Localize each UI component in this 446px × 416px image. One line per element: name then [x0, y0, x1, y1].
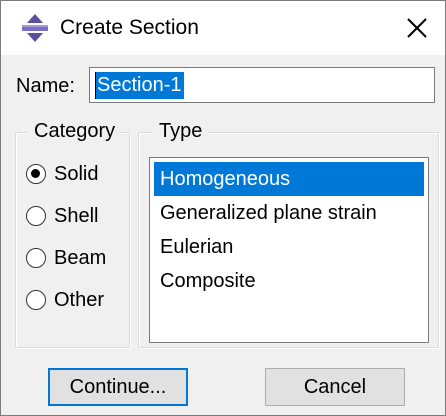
close-icon	[407, 18, 427, 38]
radio-solid-button[interactable]	[26, 164, 46, 184]
text-caret	[95, 72, 96, 99]
name-label: Name:	[16, 75, 75, 97]
radio-solid[interactable]: Solid	[26, 159, 98, 189]
radio-other[interactable]: Other	[26, 285, 104, 315]
name-input-value: Section-1	[95, 72, 184, 99]
continue-button[interactable]: Continue...	[48, 368, 188, 406]
abaqus-section-icon	[20, 13, 50, 43]
radio-beam[interactable]: Beam	[26, 243, 106, 273]
radio-shell[interactable]: Shell	[26, 201, 98, 231]
category-legend: Category	[28, 118, 122, 144]
type-item-eulerian[interactable]: Eulerian	[154, 230, 424, 264]
type-item-homogeneous[interactable]: Homogeneous	[154, 162, 424, 196]
title-bar[interactable]: Create Section	[1, 1, 445, 55]
type-item-generalized-plane-strain[interactable]: Generalized plane strain	[154, 196, 424, 230]
type-legend: Type	[153, 118, 209, 144]
create-section-dialog: Create Section Name: Section-1 Category …	[0, 0, 446, 416]
cancel-button[interactable]: Cancel	[265, 368, 405, 406]
radio-beam-label: Beam	[54, 246, 107, 269]
radio-shell-button[interactable]	[26, 206, 46, 226]
type-listbox[interactable]: Homogeneous Generalized plane strain Eul…	[149, 157, 429, 343]
radio-solid-label: Solid	[54, 162, 99, 185]
window-title: Create Section	[60, 16, 199, 39]
close-button[interactable]	[397, 8, 437, 48]
radio-other-label: Other	[54, 288, 105, 311]
radio-beam-button[interactable]	[26, 248, 46, 268]
type-item-composite[interactable]: Composite	[154, 264, 424, 298]
radio-shell-label: Shell	[54, 204, 99, 227]
name-input[interactable]: Section-1	[89, 67, 435, 103]
radio-other-button[interactable]	[26, 290, 46, 310]
